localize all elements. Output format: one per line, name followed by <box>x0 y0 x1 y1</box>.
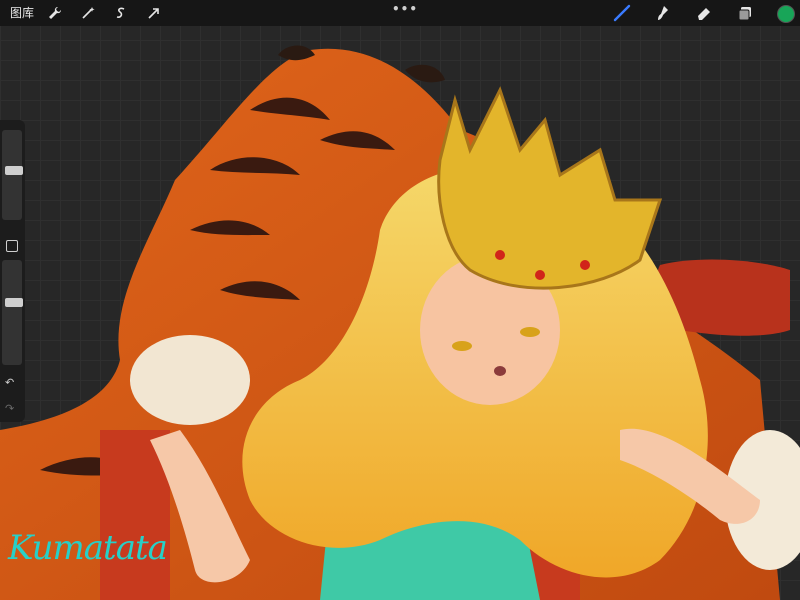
brush-icon[interactable] <box>613 4 631 22</box>
wrench-icon[interactable] <box>46 4 64 22</box>
brush-opacity-handle[interactable] <box>5 298 23 307</box>
more-options-button[interactable]: ••• <box>392 2 418 16</box>
selection-icon[interactable] <box>112 4 130 22</box>
brush-size-slider[interactable] <box>2 130 23 220</box>
brush-size-handle[interactable] <box>5 166 23 175</box>
top-toolbar: 图库 ••• <box>0 0 800 26</box>
layers-icon[interactable] <box>736 4 754 22</box>
brush-opacity-slider[interactable] <box>2 260 23 365</box>
smudge-icon[interactable] <box>654 4 672 22</box>
gallery-button[interactable]: 图库 <box>10 4 34 22</box>
artist-signature: Kumatata <box>8 528 168 568</box>
modify-button[interactable] <box>6 240 18 252</box>
color-picker-swatch[interactable] <box>777 5 795 23</box>
eraser-icon[interactable] <box>695 4 713 22</box>
magic-wand-icon[interactable] <box>79 4 97 22</box>
left-sidebar: ↶ ↷ <box>0 120 25 422</box>
undo-button[interactable]: ↶ <box>5 376 14 389</box>
redo-button[interactable]: ↷ <box>5 402 14 415</box>
transform-arrow-icon[interactable] <box>145 4 163 22</box>
artwork-illustration[interactable] <box>0 0 800 600</box>
